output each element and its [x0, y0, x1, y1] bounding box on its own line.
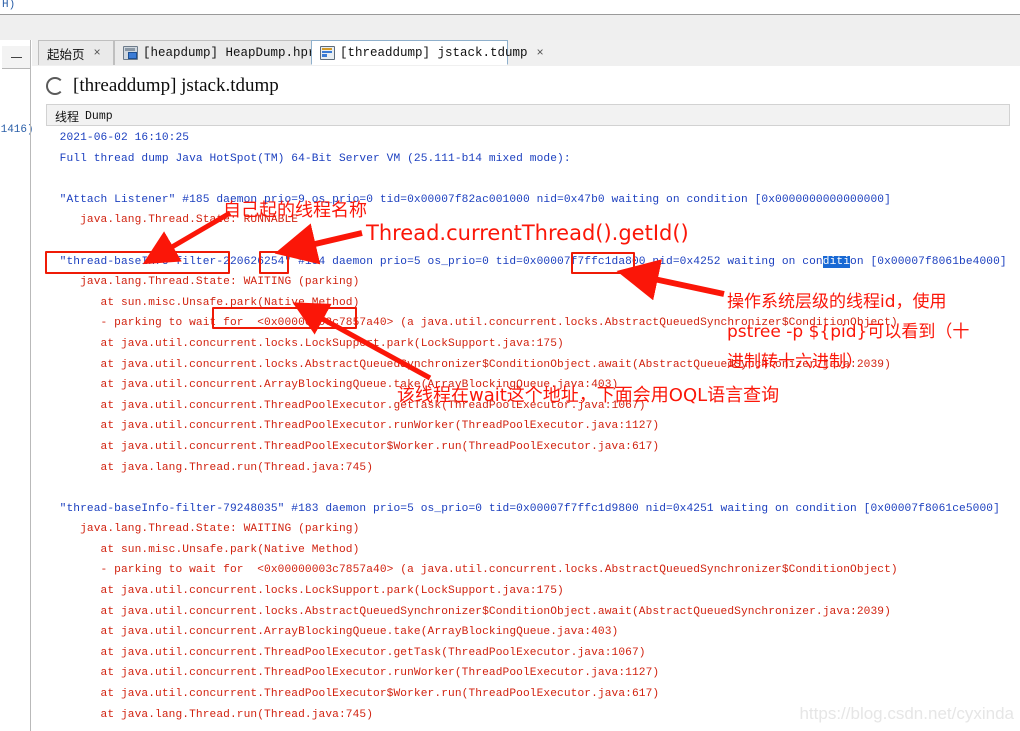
tab-heapdump[interactable]: [heapdump] HeapDump.hprof × [114, 40, 347, 65]
tab-thread-dump[interactable]: 线程 Dump [55, 107, 113, 125]
left-rail-clipped-label: 21416) [0, 124, 34, 136]
dump-line: at java.util.concurrent.locks.AbstractQu… [46, 358, 891, 371]
tab-thread-dump-label: Dump [85, 109, 113, 123]
dump-line: at java.lang.Thread.run(Thread.java:745) [46, 708, 374, 721]
dump-line: "Attach Listener" #185 daemon prio=9 os_… [46, 193, 891, 206]
dump-line: at java.util.concurrent.ArrayBlockingQue… [46, 379, 619, 392]
dump-line: at java.util.concurrent.ThreadPoolExecut… [46, 646, 646, 659]
toolbar-strip [0, 14, 1020, 42]
dump-line: at java.util.concurrent.locks.AbstractQu… [46, 605, 891, 618]
app-window: H) 21416) 起始页 × [heapdump] HeapDump.hpro… [0, 0, 1020, 731]
left-rail: 21416) [0, 40, 34, 731]
dump-line: Full thread dump Java HotSpot(TM) 64-Bit… [46, 152, 571, 165]
editor-tabstrip: 起始页 × [heapdump] HeapDump.hprof × [threa… [32, 40, 1020, 67]
dump-line: at java.util.concurrent.ThreadPoolExecut… [46, 667, 660, 680]
dump-line: - parking to wait for <0x00000003c7857a4… [46, 317, 898, 330]
tab-start-page[interactable]: 起始页 × [38, 40, 114, 65]
tab-threaddump-close-icon[interactable]: × [537, 46, 544, 60]
dump-line: at java.util.concurrent.ThreadPoolExecut… [46, 420, 660, 433]
dump-line: "thread-baseInfo-filter-220626254" #184 … [46, 255, 1007, 268]
dump-line: at java.util.concurrent.ThreadPoolExecut… [46, 688, 660, 701]
tab-thread-dump-cjk-label: 线程 [55, 109, 80, 124]
dump-line: 2021-06-02 16:10:25 [46, 132, 190, 144]
dump-line: at sun.misc.Unsafe.park(Native Method) [46, 543, 360, 556]
threaddump-icon [320, 45, 335, 60]
rail-divider [30, 40, 31, 731]
section-tabstrip: 线程 Dump [46, 104, 1010, 126]
dump-line: - parking to wait for <0x00000003c7857a4… [46, 564, 898, 577]
dump-line: at sun.misc.Unsafe.park(Native Method) [46, 296, 360, 309]
dump-line: java.lang.Thread.State: WAITING (parking… [46, 523, 360, 536]
dump-line: at java.util.concurrent.ThreadPoolExecut… [46, 399, 646, 412]
dump-line [46, 169, 1010, 190]
dump-line [46, 478, 1010, 499]
minimize-icon [10, 56, 22, 58]
tab-threaddump-label: [threaddump] jstack.tdump [340, 45, 528, 60]
top-clipped-text: H) [2, 0, 16, 11]
toolbar-strip-inner [0, 15, 1020, 41]
dump-line: java.lang.Thread.State: WAITING (parking… [46, 276, 360, 289]
dump-line: at java.util.concurrent.locks.LockSuppor… [46, 337, 564, 350]
tab-heapdump-label: [heapdump] HeapDump.hprof [143, 46, 331, 60]
loading-spinner-icon [46, 77, 64, 95]
dump-line: at java.util.concurrent.locks.LockSuppor… [46, 585, 564, 598]
dump-line: "thread-baseInfo-filter-79248035" #183 d… [46, 502, 1000, 515]
tab-threaddump[interactable]: [threaddump] jstack.tdump × [311, 40, 544, 65]
dump-line: java.lang.Thread.State: RUNNABLE [46, 214, 299, 227]
dump-line [46, 725, 1010, 728]
selected-text: diti [822, 255, 851, 268]
page-title: [threaddump] jstack.tdump [46, 73, 279, 99]
dump-line: at java.util.concurrent.ThreadPoolExecut… [46, 440, 660, 453]
top-clipped-text-strip: H) [0, 0, 1020, 14]
dump-line: at java.lang.Thread.run(Thread.java:745) [46, 461, 374, 474]
dump-line [46, 231, 1010, 252]
tab-start-page-close-icon[interactable]: × [94, 46, 101, 60]
thread-dump-content: 2021-06-02 16:10:25 Full thread dump Jav… [46, 128, 1010, 728]
dump-line: at java.util.concurrent.ArrayBlockingQue… [46, 626, 619, 639]
heapdump-icon [123, 46, 138, 60]
minimize-button[interactable] [2, 46, 31, 69]
page-title-label: [threaddump] jstack.tdump [73, 75, 279, 96]
tab-start-page-label: 起始页 [47, 46, 85, 62]
thread-dump-text-view[interactable]: 2021-06-02 16:10:25 Full thread dump Jav… [46, 128, 1010, 728]
document-area: [threaddump] jstack.tdump 线程 Dump 2021-0… [32, 66, 1020, 731]
